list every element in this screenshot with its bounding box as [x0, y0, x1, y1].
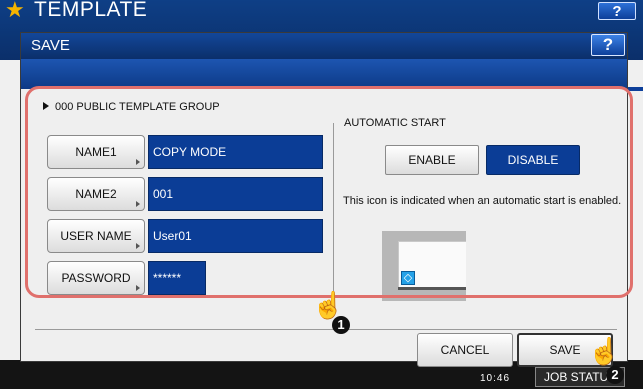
- step-number-2: 2: [606, 366, 624, 384]
- footer-divider: [35, 329, 617, 330]
- background-right-accent: [628, 87, 643, 91]
- background-title: TEMPLATE: [34, 0, 148, 21]
- dialog-help-button[interactable]: ?: [591, 34, 625, 56]
- hand-pointer-icon: ☝: [588, 336, 621, 366]
- dialog-header-band: [21, 59, 627, 89]
- background-left-panel: [0, 60, 20, 360]
- hand-pointer-icon: ☝: [312, 290, 345, 320]
- background-help-button[interactable]: ?: [598, 2, 636, 20]
- callout-highlight: [25, 86, 633, 298]
- clock: 10:46: [480, 373, 511, 384]
- cancel-button[interactable]: CANCEL: [417, 333, 513, 367]
- star-icon: ★: [5, 0, 25, 22]
- step-number-1: 1: [332, 316, 350, 334]
- dialog-title: SAVE: [21, 33, 627, 59]
